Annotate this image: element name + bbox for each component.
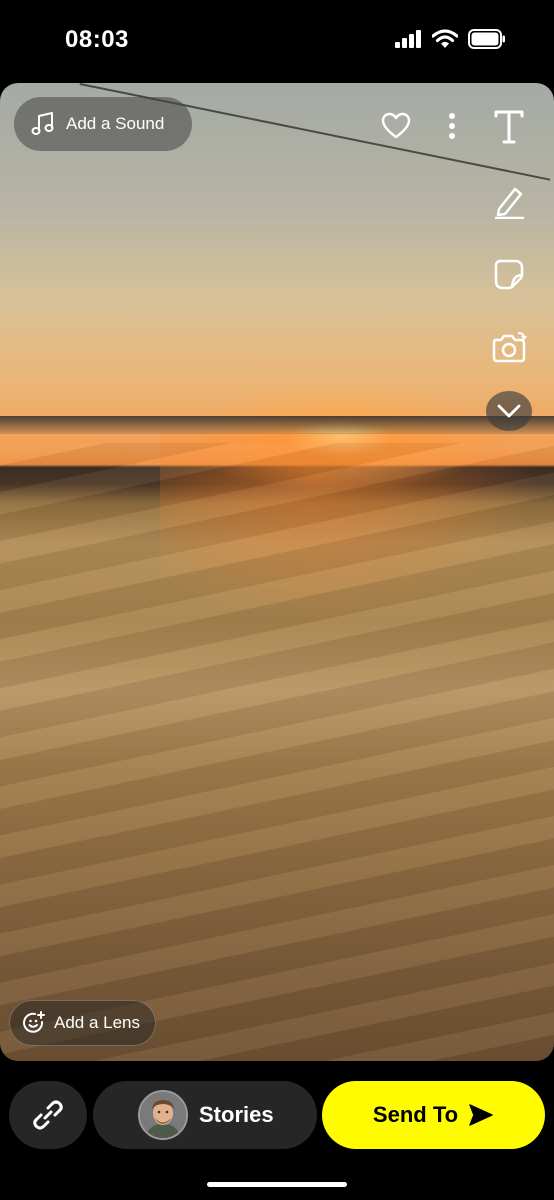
battery-icon — [468, 29, 506, 54]
status-time: 08:03 — [65, 26, 129, 53]
avatar — [138, 1090, 188, 1140]
send-to-button[interactable]: Send To — [322, 1081, 545, 1149]
stories-button[interactable]: Stories — [93, 1081, 317, 1149]
status-icons — [395, 29, 506, 54]
bottom-bar: Stories Send To — [0, 1061, 554, 1200]
status-bar: 08:03 — [0, 0, 554, 82]
add-sound-label: Add a Sound — [66, 114, 165, 133]
send-to-label: Send To — [372, 1102, 459, 1127]
add-lens-button[interactable]: Add a Lens — [9, 1000, 156, 1046]
more-icon[interactable] — [440, 109, 464, 143]
add-sound-button[interactable]: Add a Sound — [14, 97, 192, 151]
heart-icon[interactable] — [378, 110, 414, 142]
sticker-icon[interactable] — [490, 255, 528, 293]
link-icon — [30, 1097, 66, 1133]
stories-label: Stories — [199, 1102, 274, 1127]
add-lens-label: Add a Lens — [54, 1013, 141, 1032]
camera-icon[interactable] — [488, 327, 530, 367]
cellular-signal-icon — [395, 30, 422, 53]
field-stripes — [0, 443, 554, 1061]
chevron-down-icon — [497, 404, 521, 418]
wifi-icon — [431, 29, 459, 54]
snap-preview[interactable]: Add a Sound Add a Lens — [0, 83, 554, 1061]
music-note-icon — [30, 111, 56, 137]
treeline — [0, 416, 554, 434]
lens-smiley-icon — [22, 1011, 46, 1035]
text-icon[interactable] — [490, 108, 528, 146]
link-button[interactable] — [9, 1081, 87, 1149]
home-indicator[interactable] — [207, 1182, 347, 1187]
send-arrow-icon — [468, 1103, 494, 1127]
pencil-icon[interactable] — [490, 183, 528, 221]
expand-tools-button[interactable] — [486, 391, 532, 431]
